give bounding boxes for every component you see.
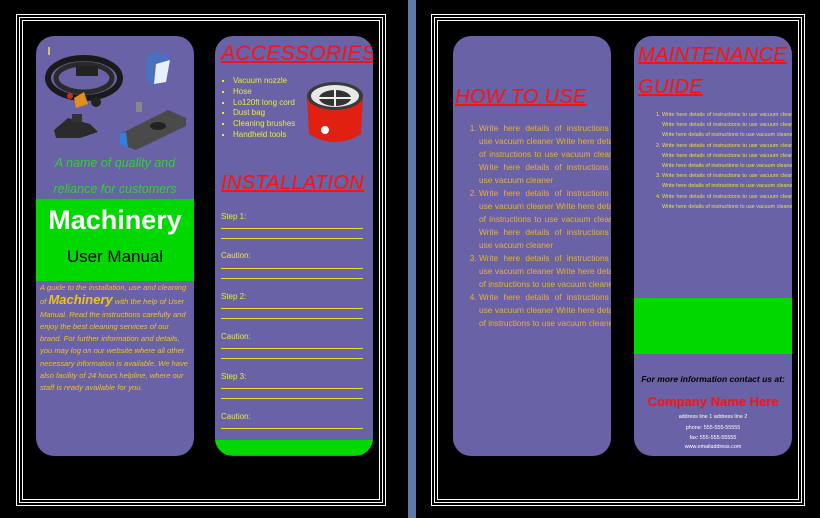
dust-bag-image — [146, 52, 170, 85]
step-2-label: Step 2: — [221, 292, 247, 301]
step-2-line — [221, 318, 363, 319]
intro-paragraph: A guide to the installation, use and cle… — [40, 282, 190, 395]
how-to-use-heading: HOW TO USE — [455, 86, 587, 108]
floor-nozzle-image — [54, 114, 98, 138]
step-1-line — [221, 238, 363, 239]
how-to-use-list: Write here details of instructions to us… — [461, 122, 611, 330]
email-line: www.emailaddress.com — [684, 444, 742, 450]
maintenance-heading-line-1: MAINTENANCE — [638, 44, 787, 66]
product-subtitle: User Manual — [66, 247, 164, 266]
maintenance-panel: MAINTENANCE GUIDE Write here details of … — [634, 36, 792, 456]
caution-2-label: Caution: — [221, 332, 251, 341]
accessories-heading: ACCESSORIES — [221, 42, 373, 65]
tagline-line-2: reliance for customers — [53, 182, 177, 196]
company-name: Company Name Here — [647, 394, 779, 409]
maintenance-heading-line-2: GUIDE — [638, 76, 703, 98]
maintenance-list: Write here details of instructions to us… — [648, 110, 792, 212]
maintenance-item: Write here details of instructions to us… — [662, 141, 792, 172]
page-gutter — [400, 0, 428, 518]
red-vacuum-cleaner-image — [307, 82, 363, 142]
caution-1-label: Caution: — [221, 251, 251, 260]
step-3-label: Step 3: — [221, 372, 247, 381]
title-block: Machinery User Manual — [36, 199, 194, 281]
maintenance-item: Write here details of instructions to us… — [662, 171, 792, 191]
green-image-placeholder — [634, 298, 792, 354]
accessories-installation-panel: ACCESSORIES Vacuum nozzle Hose Lo120ft l… — [215, 36, 373, 456]
intro-brand: Machinery — [48, 292, 113, 308]
caution-2-line — [221, 358, 363, 359]
step-1-label: Step 1: — [221, 212, 247, 221]
green-footer-bar — [215, 440, 373, 455]
installation-heading: INSTALLATION — [221, 172, 364, 194]
step-1-line — [221, 228, 363, 229]
address-line: address line 1 address line 2 — [678, 414, 748, 420]
accessory-item: Hose — [233, 87, 295, 98]
accessory-item: Lo120ft long cord — [233, 98, 295, 109]
instruction-item: Write here details of instructions to us… — [479, 252, 611, 291]
cover-panel: A name of quality and reliance for custo… — [36, 36, 194, 456]
brush-head-image — [120, 102, 186, 150]
accessory-item: Handheld tools — [233, 130, 295, 141]
fax-line: fax: 555-555-55555 — [689, 435, 737, 441]
product-title: Machinery — [48, 205, 182, 235]
accessory-item: Cleaning brushes — [233, 119, 295, 130]
maintenance-item: Write here details of instructions to us… — [662, 192, 792, 212]
left-page: A name of quality and reliance for custo… — [0, 0, 400, 518]
accessory-item: Vacuum nozzle — [233, 76, 295, 87]
tagline-line-1: A name of quality and — [54, 156, 176, 170]
caution-1-line — [221, 278, 363, 279]
caution-1-line — [221, 268, 363, 269]
contact-heading: For more information contact us at: — [641, 374, 785, 384]
maintenance-item: Write here details of instructions to us… — [662, 110, 792, 141]
accessories-list: Vacuum nozzle Hose Lo120ft long cord Dus… — [219, 76, 295, 141]
instruction-item: Write here details of instructions to us… — [479, 122, 611, 187]
caution-3-label: Caution: — [221, 412, 251, 421]
gutter-strip — [408, 0, 416, 518]
step-3-line — [221, 388, 363, 389]
step-2-line — [221, 308, 363, 309]
intro-text-post: with the help of User Manual. Read the i… — [40, 297, 189, 393]
instruction-item: Write here details of instructions to us… — [479, 187, 611, 252]
accessory-item: Dust bag — [233, 108, 295, 119]
step-3-line — [221, 398, 363, 399]
caution-3-line — [221, 428, 363, 429]
how-to-use-panel: HOW TO USE Write here details of instruc… — [453, 36, 611, 456]
instruction-item: Write here details of instructions to us… — [479, 291, 611, 330]
phone-line: phone: 555-555-55555 — [685, 425, 741, 431]
caution-2-line — [221, 348, 363, 349]
